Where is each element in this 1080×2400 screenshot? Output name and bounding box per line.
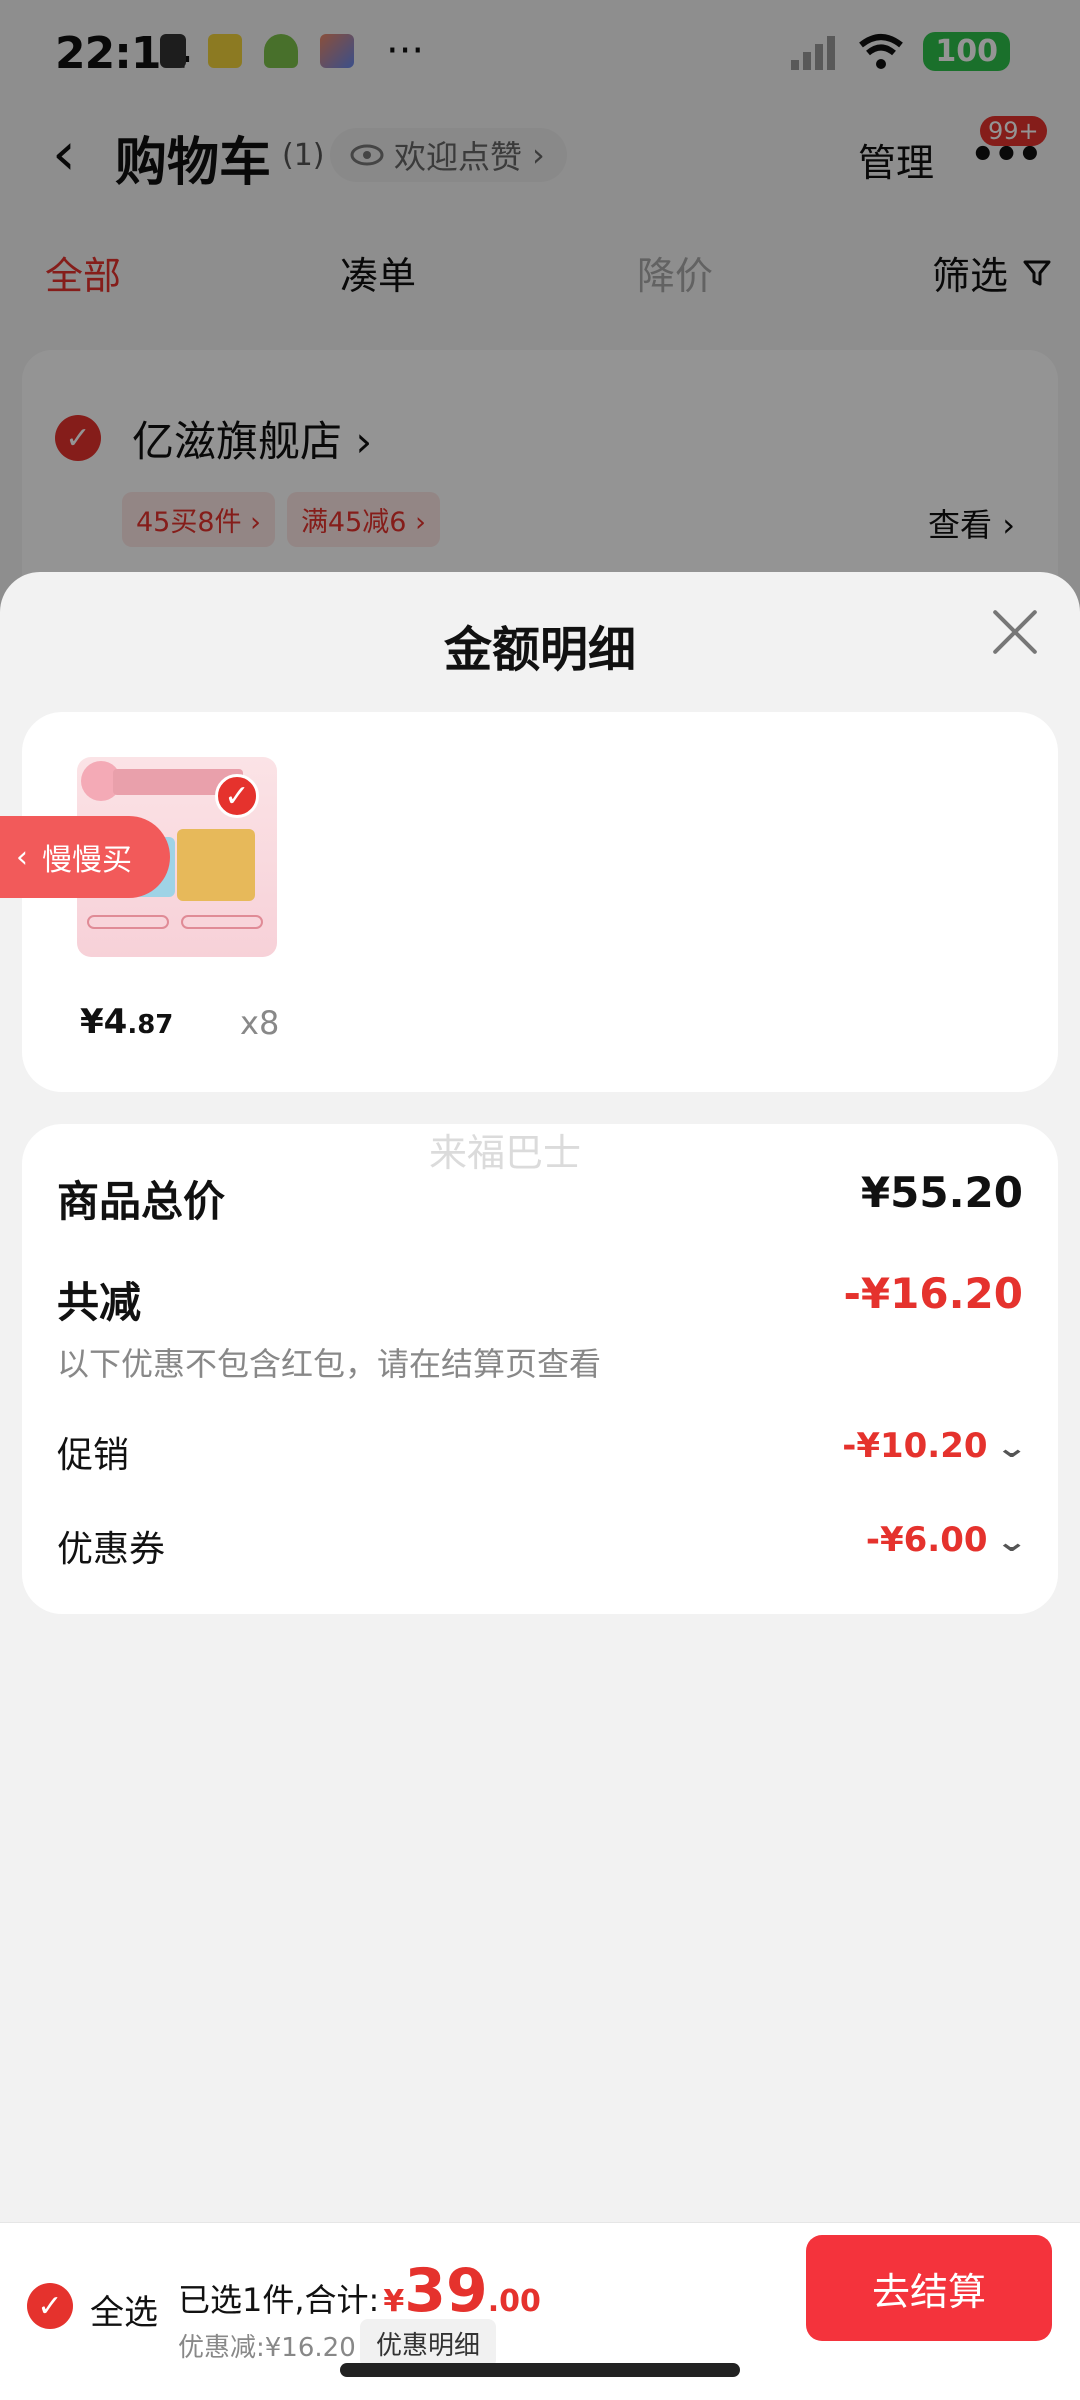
selected-items-card: ✓ ¥4.87 x8: [22, 712, 1058, 1092]
total-price-label: 商品总价: [57, 1177, 226, 1226]
chevron-down-icon: ⌄: [994, 1525, 1028, 1558]
sheet-title: 金额明细: [443, 622, 636, 678]
select-all-label[interactable]: 全选: [90, 2285, 158, 2334]
product-label: [181, 915, 263, 929]
slow-buy-button[interactable]: ‹ 慢慢买: [0, 816, 170, 898]
total-integer: 39: [404, 2256, 488, 2326]
checkout-bar: ✓ 全选 已选1件,合计: ¥ 39 .00 优惠减:¥16.20 优惠明细 去…: [0, 2222, 1080, 2400]
total-reduction-label: 共减: [57, 1278, 142, 1327]
total-reduction-value: -¥16.20: [843, 1269, 1023, 1318]
promotion-label: 促销: [57, 1435, 130, 1476]
chevron-left-icon: ‹: [16, 839, 28, 875]
coupon-row[interactable]: -¥6.00 ⌄: [865, 1520, 1028, 1560]
slow-buy-label: 慢慢买: [42, 843, 132, 878]
price-main: ¥4: [80, 1002, 128, 1042]
select-all-checkbox[interactable]: ✓: [27, 2283, 73, 2329]
promotion-row[interactable]: -¥10.20 ⌄: [842, 1426, 1027, 1466]
coupon-value: -¥6.00: [865, 1520, 988, 1560]
discount-detail-button[interactable]: 优惠明细: [360, 2319, 497, 2368]
product-box-image: [177, 829, 255, 901]
price-summary-card: 商品总价 ¥55.20 共减 -¥16.20 以下优惠不包含红包，请在结算页查看…: [22, 1124, 1058, 1614]
total-decimal: .00: [487, 2284, 541, 2319]
chevron-down-icon: ⌄: [994, 1431, 1028, 1464]
item-price: ¥4.87: [80, 1002, 173, 1042]
home-indicator[interactable]: [340, 2363, 740, 2377]
watermark: 来福巴士: [428, 1131, 581, 1175]
promotion-value: -¥10.20: [842, 1426, 988, 1466]
reduction-note: 以下优惠不包含红包，请在结算页查看: [57, 1345, 602, 1383]
product-label: [87, 915, 169, 929]
selected-text: 已选1件,合计:: [178, 2281, 380, 2319]
close-icon[interactable]: [985, 602, 1045, 662]
coupon-label: 优惠券: [57, 1529, 166, 1570]
item-quantity: x8: [240, 1004, 280, 1042]
checkout-button[interactable]: 去结算: [806, 2235, 1052, 2341]
price-cents: .87: [127, 1010, 174, 1040]
discount-summary: 优惠减:¥16.20: [178, 2333, 356, 2363]
item-checked-icon: ✓: [215, 774, 259, 818]
selected-total: 已选1件,合计: ¥ 39 .00: [178, 2256, 541, 2326]
amount-detail-sheet: 金额明细 ✓ ¥4.87 x8 商品总价 ¥55.20 共减 -¥16.20 以…: [0, 572, 1080, 2222]
currency-symbol: ¥: [383, 2284, 405, 2319]
